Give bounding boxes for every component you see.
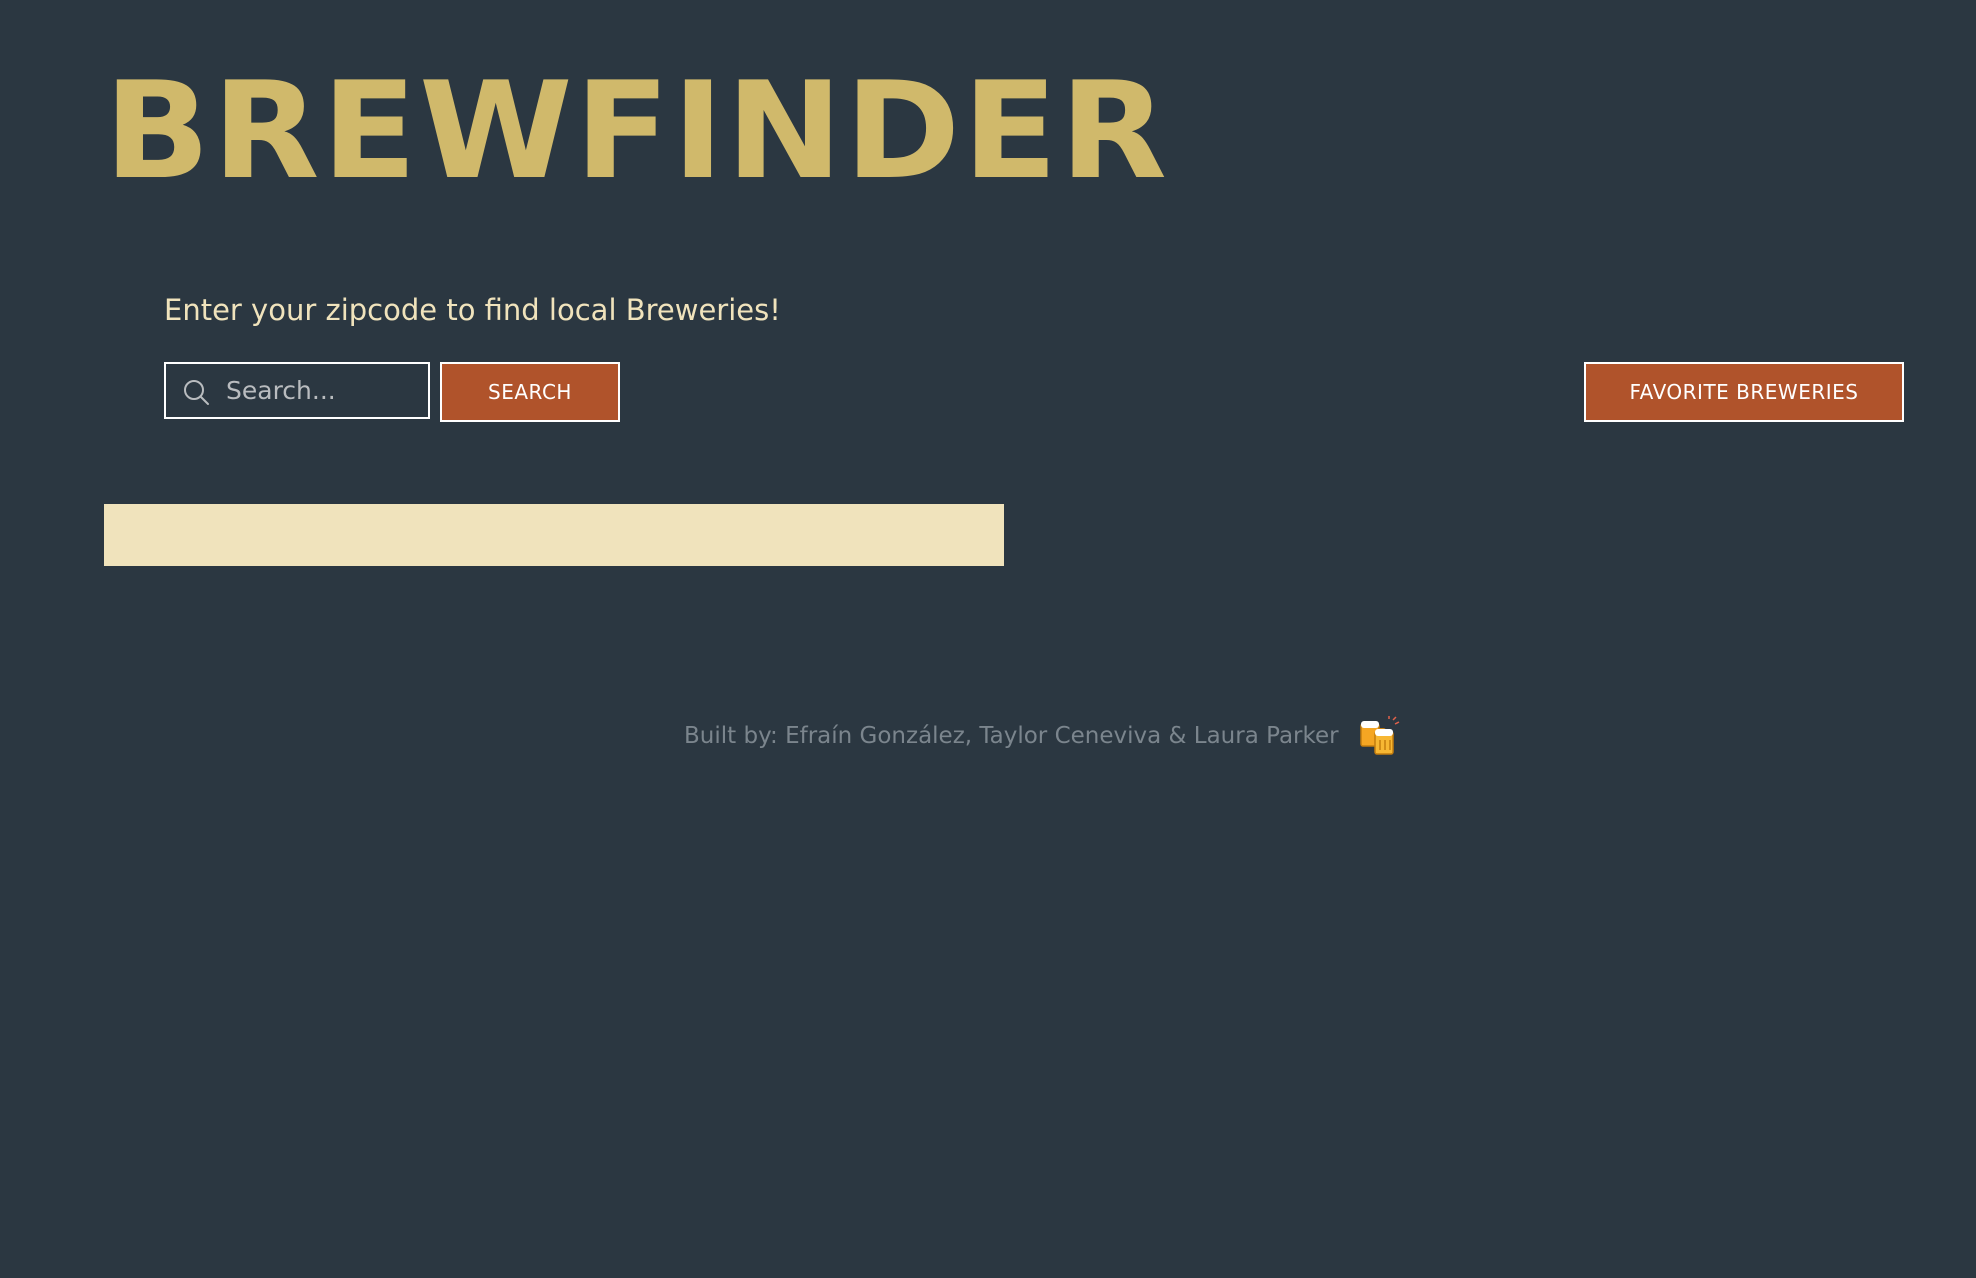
footer-credits: Built by: Efraín González, Taylor Cenevi… <box>684 723 1339 749</box>
favorite-breweries-button[interactable]: FAVORITE BREWERIES <box>1584 362 1904 422</box>
footer: Built by: Efraín González, Taylor Cenevi… <box>684 716 1401 756</box>
brewfinder-logo: BREWFINDER <box>104 53 1170 209</box>
search-input[interactable] <box>226 364 422 417</box>
search-button[interactable]: SEARCH <box>440 362 620 422</box>
search-icon <box>184 380 209 405</box>
zipcode-prompt: Enter your zipcode to find local Breweri… <box>164 293 781 327</box>
search-box[interactable] <box>164 362 430 419</box>
beer-mugs-icon <box>1359 716 1399 755</box>
results-bar <box>104 504 1004 566</box>
